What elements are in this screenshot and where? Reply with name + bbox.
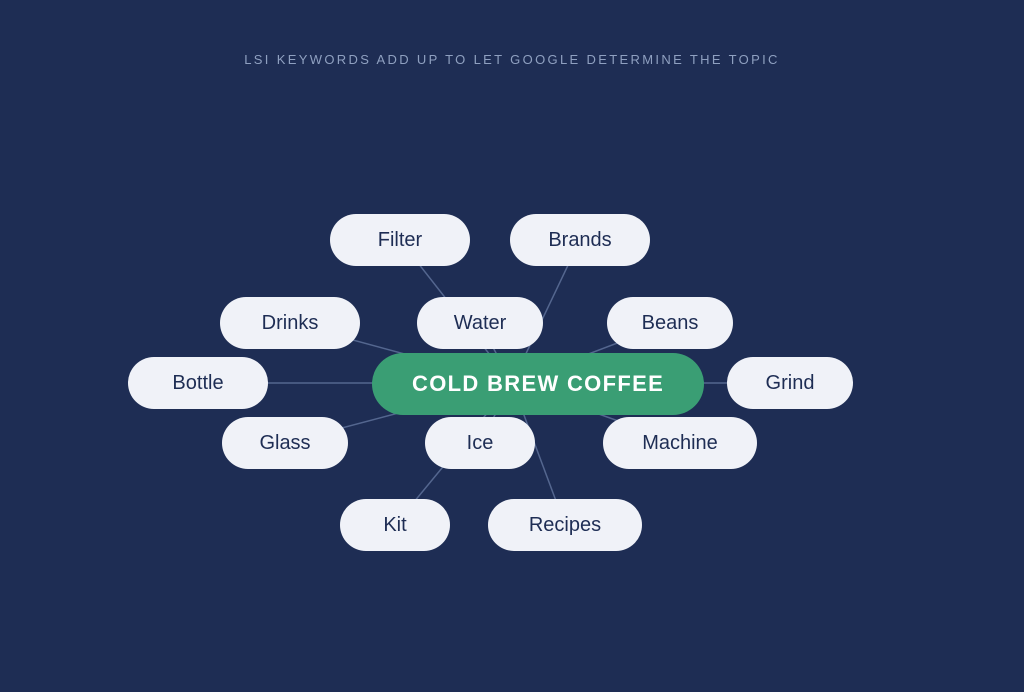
node-filter: Filter xyxy=(330,214,470,266)
node-machine: Machine xyxy=(603,417,757,469)
node-bottle: Bottle xyxy=(128,357,268,409)
node-drinks: Drinks xyxy=(220,297,360,349)
node-kit: Kit xyxy=(340,499,450,551)
node-ice: Ice xyxy=(425,417,535,469)
center-node: COLD BREW COFFEE xyxy=(372,353,704,415)
subtitle-text: LSI KEYWORDS ADD UP TO LET GOOGLE DETERM… xyxy=(0,52,1024,67)
page-container: LSI KEYWORDS ADD UP TO LET GOOGLE DETERM… xyxy=(0,0,1024,692)
node-beans: Beans xyxy=(607,297,733,349)
diagram-area: COLD BREW COFFEE Filter Brands Drinks Water B… xyxy=(0,110,1024,692)
node-recipes: Recipes xyxy=(488,499,642,551)
node-glass: Glass xyxy=(222,417,348,469)
node-grind: Grind xyxy=(727,357,853,409)
node-brands: Brands xyxy=(510,214,650,266)
node-water: Water xyxy=(417,297,543,349)
